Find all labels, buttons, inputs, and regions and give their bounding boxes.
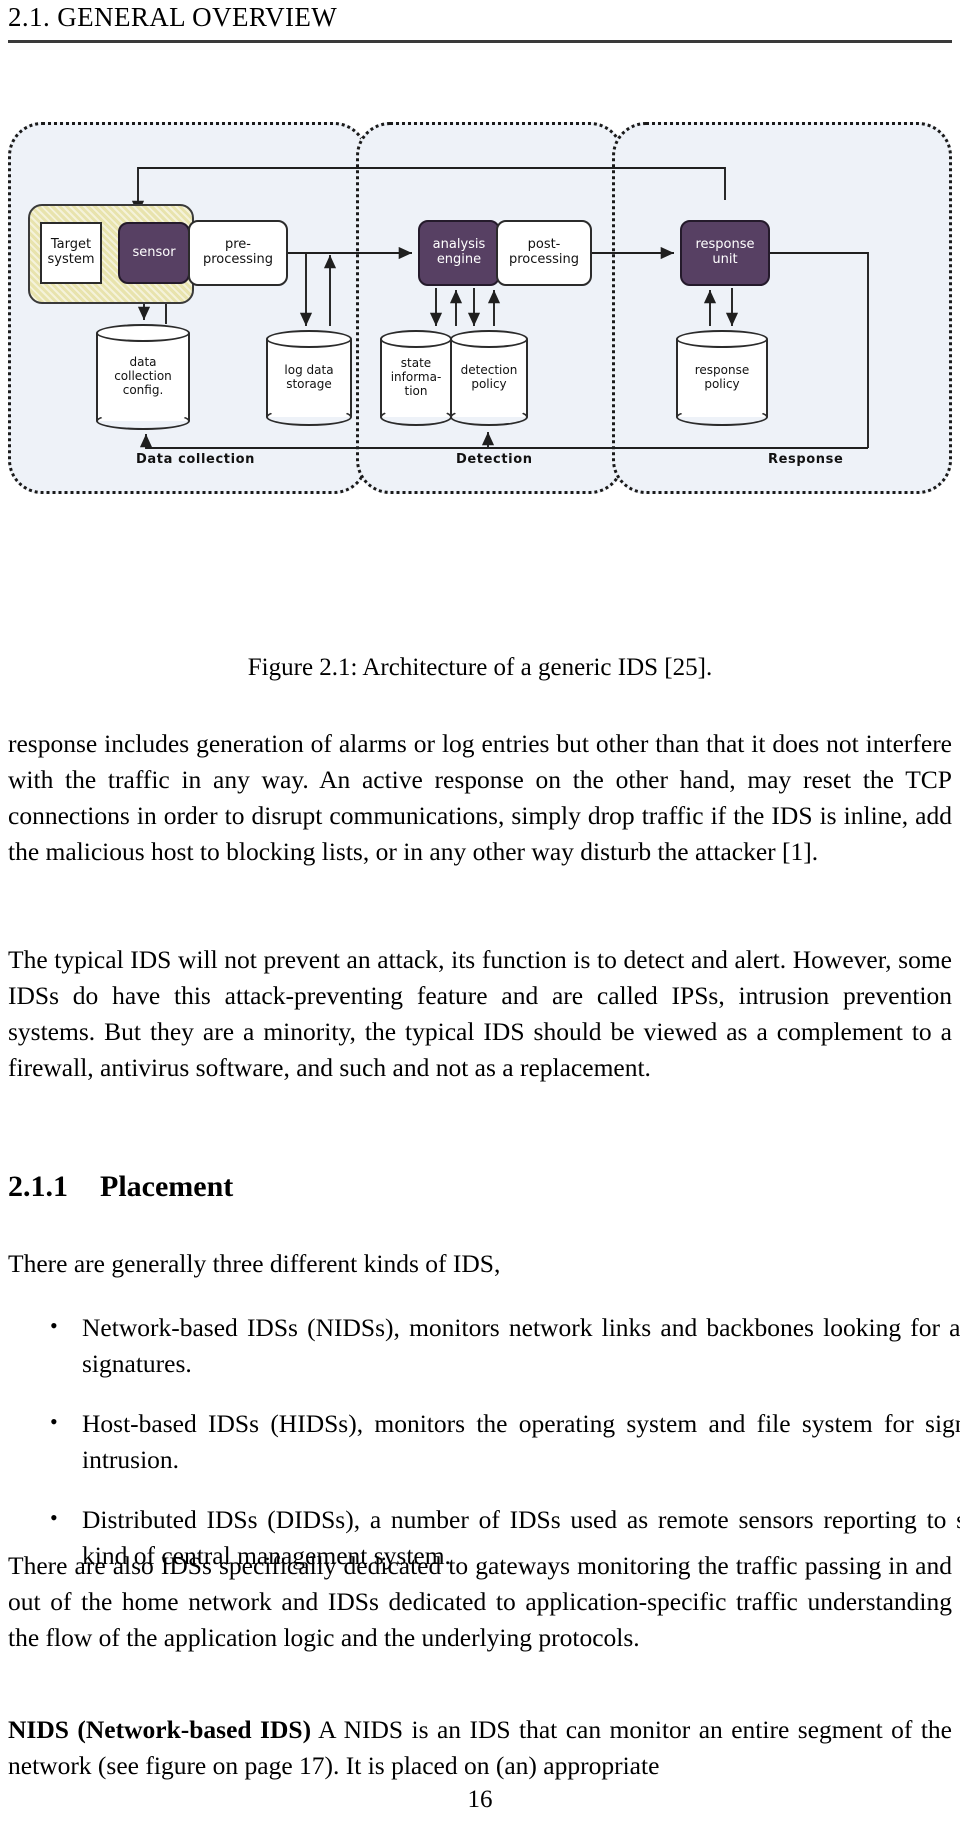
sensor-label: sensor (132, 244, 176, 260)
figure-node-preprocessing: pre- processing (188, 220, 288, 286)
list-item: Host-based IDSs (HIDSs), monitors the op… (50, 1404, 960, 1478)
response-unit-label-line1: response (695, 237, 755, 253)
figure-store-data-collection-config: data collection config. (96, 324, 190, 430)
nids-term: NIDS (Network-based IDS) (8, 1715, 312, 1744)
state-information-l1: state (400, 356, 432, 371)
detection-policy-l2: policy (471, 377, 507, 391)
figure-node-postprocessing: post- processing (496, 220, 592, 286)
figure-caption: Figure 2.1: Architecture of a generic ID… (247, 654, 713, 681)
subsection-number: 2.1.1 (8, 1170, 68, 1203)
figure-store-response-policy: response policy (676, 330, 768, 426)
figure-section-label-data-collection: Data collection (136, 452, 256, 467)
figure-section-label-detection: Detection (456, 452, 533, 467)
figure-node-analysis-engine: analysis engine (418, 220, 500, 286)
figure-section-label-response: Response (768, 452, 844, 467)
document-page: 2.1. GENERAL OVERVIEW Target system sens… (0, 0, 960, 1840)
figure-node-sensor: sensor (118, 222, 190, 284)
header-rule (8, 40, 952, 43)
paragraph-text: NIDS (Network-based IDS) A NIDS is an ID… (8, 1712, 952, 1784)
postprocessing-label-line2: processing (508, 252, 580, 267)
running-header: 2.1. GENERAL OVERVIEW (8, 2, 952, 43)
paragraph-text: There are also IDSs specifically dedicat… (8, 1551, 952, 1652)
paragraph-text: response includes generation of alarms o… (8, 729, 952, 866)
response-policy-l2: policy (704, 377, 740, 391)
data-collection-config-l2: collection (114, 369, 172, 384)
response-unit-label-line2: unit (712, 252, 738, 267)
paragraph-text: There are generally three different kind… (8, 1249, 501, 1278)
data-collection-config-l1: data (129, 355, 157, 370)
page-number: 16 (467, 1786, 493, 1813)
log-data-storage-l1: log data (284, 363, 334, 378)
subsection-heading-placement: 2.1.1 Placement (8, 1170, 952, 1204)
body-paragraph-also: There are also IDSs specifically dedicat… (8, 1548, 952, 1656)
body-paragraph-1: response includes generation of alarms o… (8, 726, 952, 870)
target-system-label-line2: system (47, 252, 95, 267)
paragraph-text: The typical IDS will not prevent an atta… (8, 945, 952, 1082)
header-title: 2.1. GENERAL OVERVIEW (8, 2, 338, 32)
target-system-label-line1: Target (50, 237, 92, 253)
figure-store-state-information: state informa- tion (380, 330, 452, 426)
subsection-title: Placement (100, 1170, 234, 1203)
detection-policy-l1: detection (460, 363, 518, 378)
log-data-storage-l2: storage (286, 377, 332, 391)
data-collection-config-l3: config. (122, 382, 164, 397)
postprocessing-label-line1: post- (527, 237, 561, 253)
body-paragraph-nids: NIDS (Network-based IDS) A NIDS is an ID… (8, 1712, 952, 1784)
preprocessing-label-line1: pre- (225, 237, 251, 253)
state-information-l2: informa- (390, 370, 442, 385)
figure-store-detection-policy: detection policy (450, 330, 528, 426)
analysis-engine-label-line2: engine (436, 252, 482, 267)
body-paragraph-intro: There are generally three different kind… (8, 1246, 952, 1282)
body-paragraph-2: The typical IDS will not prevent an atta… (8, 942, 952, 1086)
figure-node-target-system: Target system (40, 222, 102, 284)
state-information-l3: tion (404, 383, 428, 398)
figure-architecture-generic-ids: Target system sensor pre- processing ana… (8, 122, 952, 494)
figure-store-log-data-storage: log data storage (266, 330, 352, 426)
figure-node-response-unit: response unit (680, 220, 770, 286)
response-policy-l1: response (694, 363, 750, 378)
analysis-engine-label-line1: analysis (432, 237, 486, 253)
preprocessing-label-line2: processing (202, 252, 274, 267)
list-item: Network-based IDSs (NIDSs), monitors net… (50, 1308, 960, 1382)
